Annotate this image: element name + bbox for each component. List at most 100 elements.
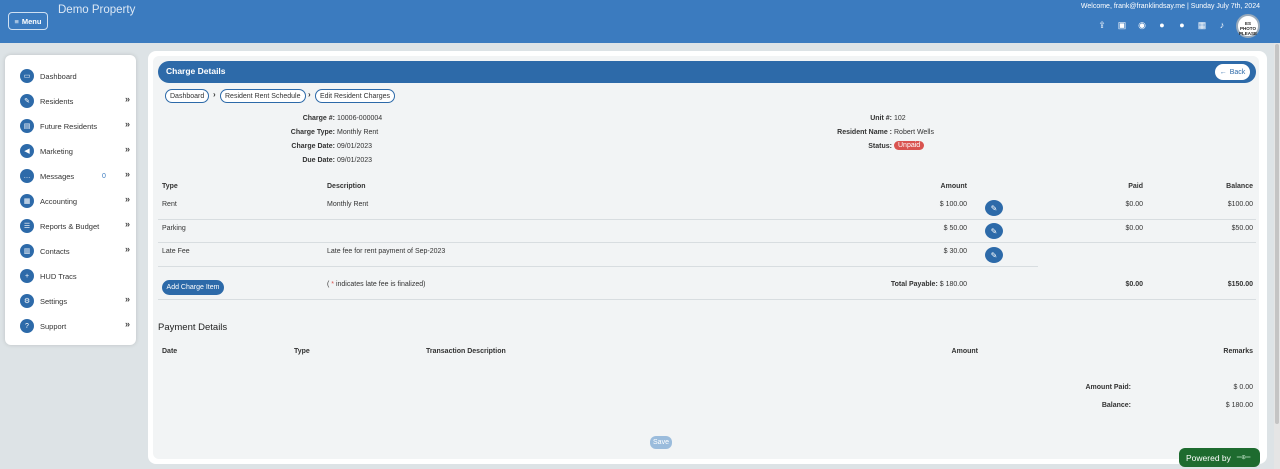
- save-button[interactable]: Save: [650, 436, 672, 449]
- sidebar-item-accounting[interactable]: ▦ Accounting »: [20, 193, 130, 209]
- plus-icon: +: [20, 269, 34, 283]
- column-header-type: Type: [294, 348, 310, 355]
- breadcrumb-edit-charges[interactable]: Edit Resident Charges: [315, 89, 396, 103]
- avatar[interactable]: ES PHOTO PLEASE: [1236, 14, 1260, 38]
- sidebar-item-label: Residents: [40, 96, 74, 106]
- total-payable: Total Payable: $ 180.00: [891, 281, 967, 288]
- sidebar-item-residents[interactable]: ✎ Residents »: [20, 93, 130, 109]
- bell-icon[interactable]: ♪: [1216, 19, 1228, 31]
- row-divider: [158, 242, 1256, 243]
- double-chevron-right-icon: »: [124, 169, 130, 179]
- edit-charge-button[interactable]: ✎: [985, 247, 1003, 263]
- balance-label: Balance:: [1101, 402, 1131, 409]
- edit-icon: ✎: [990, 250, 998, 260]
- sidebar-item-label: Marketing: [40, 146, 73, 156]
- vendor-logo-icon: ═⊕═: [1236, 455, 1251, 461]
- column-header-description: Description: [327, 183, 366, 190]
- edit-charge-button[interactable]: ✎: [985, 200, 1003, 216]
- menu-button[interactable]: ≡ Menu: [8, 12, 48, 30]
- total-balance: $150.00: [1227, 281, 1253, 288]
- scrollbar-thumb[interactable]: [1275, 44, 1279, 424]
- column-header-type: Type: [162, 183, 178, 190]
- balance-value: $ 180.00: [1225, 402, 1253, 409]
- due-date-label: Due Date:: [302, 157, 335, 164]
- edit-charge-button[interactable]: ✎: [985, 223, 1003, 239]
- amount-paid-label: Amount Paid:: [1085, 384, 1132, 391]
- calculator-icon: ▦: [20, 194, 34, 208]
- sidebar-item-hud-tracs[interactable]: + HUD Tracs: [20, 268, 130, 284]
- chevron-right-icon: ›: [213, 90, 216, 99]
- double-chevron-right-icon: »: [124, 119, 130, 129]
- gears-icon: ⚙: [20, 294, 34, 308]
- edit-icon: ✎: [990, 203, 998, 213]
- amount-paid-value: $ 0.00: [1233, 384, 1253, 391]
- chat-icon[interactable]: ●: [1156, 19, 1168, 31]
- row-type: Late Fee: [162, 248, 190, 255]
- sidebar-item-future-residents[interactable]: ▤ Future Residents »: [20, 118, 130, 134]
- sidebar-item-settings[interactable]: ⚙ Settings »: [20, 293, 130, 309]
- sidebar-item-label: Accounting: [40, 196, 78, 206]
- add-charge-item-button[interactable]: Add Charge Item: [162, 280, 224, 295]
- total-payable-value: $ 180.00: [939, 281, 967, 288]
- sidebar-item-dashboard[interactable]: ▭ Dashboard: [20, 68, 130, 84]
- question-icon: ?: [20, 319, 34, 333]
- row-amount: $ 100.00: [939, 201, 967, 208]
- arrow-left-icon: ←: [1219, 68, 1227, 76]
- menu-label: Menu: [21, 16, 42, 26]
- page-header: Charge Details ← Back: [158, 61, 1256, 83]
- calendar-icon[interactable]: ▦: [1196, 19, 1208, 31]
- total-paid: $0.00: [1125, 281, 1143, 288]
- sidebar-item-label: Reports & Budget: [40, 221, 100, 231]
- main-panel: Charge Details ← Back: [148, 51, 1267, 464]
- row-divider: [158, 219, 1256, 220]
- edit-icon: ✎: [990, 226, 998, 236]
- row-paid: $0.00: [1125, 225, 1143, 232]
- message-icon: …: [20, 169, 34, 183]
- row-type: Parking: [162, 225, 186, 232]
- future-residents-icon: ▤: [20, 119, 34, 133]
- double-chevron-right-icon: »: [124, 94, 130, 104]
- sidebar-item-label: Settings: [40, 296, 68, 306]
- double-chevron-right-icon: »: [124, 244, 130, 254]
- row-balance: $50.00: [1231, 225, 1253, 232]
- breadcrumb-rent-schedule[interactable]: Resident Rent Schedule: [220, 89, 306, 103]
- column-header-date: Date: [162, 348, 178, 355]
- charge-type-value: Monthly Rent: [337, 129, 379, 136]
- sidebar-item-marketing[interactable]: ◀ Marketing »: [20, 143, 130, 159]
- sidebar-item-label: Contacts: [40, 246, 70, 256]
- page-title: Charge Details: [166, 66, 226, 76]
- double-chevron-right-icon: »: [124, 144, 130, 154]
- row-balance: $100.00: [1227, 201, 1253, 208]
- row-divider: [158, 266, 1038, 267]
- property-name: Demo Property: [58, 4, 136, 16]
- residents-icon: ✎: [20, 94, 34, 108]
- sidebar-item-support[interactable]: ? Support »: [20, 318, 130, 334]
- sidebar-item-reports-budget[interactable]: ☰ Reports & Budget »: [20, 218, 130, 234]
- welcome-text: Welcome, frank@franklindsay.me | Sunday …: [1080, 3, 1260, 10]
- comments-icon[interactable]: ●: [1176, 19, 1188, 31]
- column-header-transaction-description: Transaction Description: [426, 348, 506, 355]
- globe-icon[interactable]: ◉: [1136, 19, 1148, 31]
- charge-number-value: 10006-000004: [337, 115, 383, 122]
- top-bar: ≡ Menu Demo Property Welcome, frank@fran…: [0, 0, 1280, 43]
- powered-by-badge[interactable]: Powered by ═⊕═: [1179, 448, 1260, 467]
- column-header-amount: Amount: [951, 348, 978, 355]
- share-icon[interactable]: ⇪: [1096, 19, 1108, 31]
- row-type: Rent: [162, 201, 177, 208]
- charge-date-label: Charge Date:: [291, 143, 335, 150]
- payment-details-title: Payment Details: [158, 322, 228, 333]
- row-description: Late fee for rent payment of Sep-2023: [327, 248, 446, 255]
- contacts-icon: ▥: [20, 244, 34, 258]
- row-paid: $0.00: [1125, 201, 1143, 208]
- breadcrumb-dashboard[interactable]: Dashboard: [165, 89, 210, 103]
- sidebar-item-label: Dashboard: [40, 71, 77, 81]
- row-amount: $ 50.00: [943, 225, 967, 232]
- status-badge: Unpaid: [894, 141, 925, 150]
- chevron-right-icon: ›: [308, 90, 311, 99]
- inbox-icon[interactable]: ▣: [1116, 19, 1128, 31]
- sidebar-item-messages[interactable]: … Messages 0 »: [20, 168, 130, 184]
- sidebar-item-contacts[interactable]: ▥ Contacts »: [20, 243, 130, 259]
- column-header-balance: Balance: [1226, 183, 1253, 190]
- back-button[interactable]: ← Back: [1215, 64, 1250, 80]
- due-date-value: 09/01/2023: [337, 157, 373, 164]
